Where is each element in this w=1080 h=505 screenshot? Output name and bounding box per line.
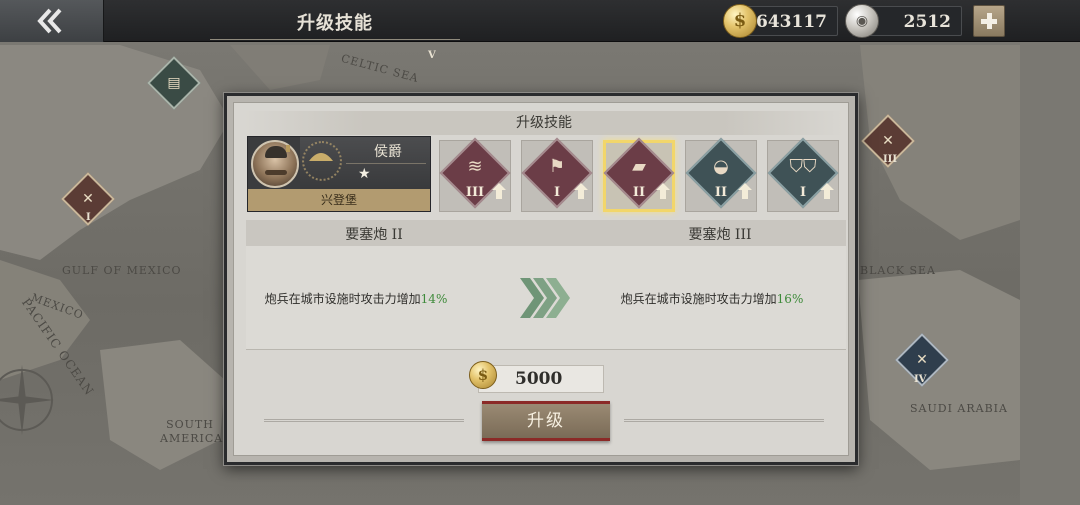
divider-right (624, 419, 824, 422)
upgrade-cost: 5000 (478, 365, 604, 393)
skill-level: III (465, 185, 485, 200)
general-portrait (251, 140, 299, 188)
cost-amount: 5000 (515, 369, 563, 389)
rank-box: 侯爵 ★ (300, 137, 430, 189)
skill-slot-1[interactable]: ≋ III (435, 137, 515, 214)
upgrade-skill-dialog: 升级技能 侯爵 ★ 兴登堡 ≋ III ⚑ I ▰ II ◒ II ⛉⛉ I 要… (224, 93, 858, 465)
upgrade-arrow-icon (492, 183, 506, 199)
back-arrow-icon (37, 8, 62, 34)
silver-coin-icon: ◉ (845, 4, 879, 38)
current-effect: 炮兵在城市设施时攻击力增加14% (246, 290, 466, 307)
mustache (265, 170, 287, 175)
crossed-swords-icon: ✕ (916, 352, 928, 368)
upgrade-arrow-icon (574, 183, 588, 199)
skill-level: I (553, 185, 561, 200)
divider-left (264, 419, 464, 422)
map-marker-level-label: I (86, 212, 91, 223)
fortress-cannon-icon: ▰ (632, 156, 646, 177)
current-skill-name: 要塞炮 II (345, 227, 403, 243)
next-skill-name: 要塞炮 III (688, 227, 752, 243)
map-marker-level-label: IV (914, 374, 927, 385)
general-stars: ★ (358, 166, 371, 182)
comparison-header: 要塞炮 II 要塞炮 III (246, 220, 846, 246)
bicorne-hat-icon (309, 153, 333, 161)
map-label-black-sea: BLACK SEA (860, 264, 936, 277)
upgrade-arrow-icon (738, 183, 752, 199)
upgrade-chevrons-icon (520, 278, 570, 318)
gold-amount: 643117 (756, 12, 827, 32)
screen-title: 升级技能 (210, 9, 460, 40)
map-marker-level-label: III (883, 154, 898, 165)
map-label-south-america: SOUTH AMERICA (160, 418, 224, 445)
divider (346, 163, 426, 164)
crossed-swords-icon: ✕ (882, 133, 894, 149)
map-label-saudi: SAUDI ARABIA (910, 402, 1008, 415)
current-effect-text: 炮兵在城市设施时攻击力增加 (264, 292, 421, 306)
map-marker-level-label: V (428, 50, 436, 61)
upgrade-arrow-icon (656, 183, 670, 199)
next-effect: 炮兵在城市设施时攻击力增加16% (602, 290, 822, 307)
silver-currency: ◉ 2512 (845, 4, 962, 38)
current-effect-value: 14% (420, 292, 448, 306)
gold-currency: $ 643117 (723, 4, 838, 38)
silver-amount: 2512 (903, 12, 951, 32)
helmet (265, 145, 290, 158)
comparison-body: 炮兵在城市设施时攻击力增加14% 炮兵在城市设施时攻击力增加16% (246, 246, 846, 350)
top-bar: 升级技能 $ 643117 ◉ 2512 (0, 0, 1080, 42)
shield-badge-icon: ◒ (713, 156, 729, 177)
skill-slot-4[interactable]: ◒ II (681, 137, 761, 214)
skill-slot-5[interactable]: ⛉⛉ I (763, 137, 843, 214)
map-label-gulf: GULF OF MEXICO (62, 264, 182, 277)
skill-slot-3-selected[interactable]: ▰ II (599, 137, 679, 214)
skill-level: II (632, 185, 646, 200)
back-button[interactable] (0, 0, 104, 42)
add-currency-button[interactable] (973, 5, 1005, 37)
next-effect-text: 炮兵在城市设施时攻击力增加 (620, 292, 777, 306)
upgrade-button[interactable]: 升级 (482, 401, 610, 441)
book-icon: ▤ (167, 75, 181, 91)
general-card[interactable]: 侯爵 ★ 兴登堡 (247, 136, 431, 212)
infantry-icon: ≋ (467, 156, 483, 177)
gold-coin-icon: $ (723, 4, 757, 38)
crossed-swords-icon: ✕ (82, 191, 94, 207)
skill-level: I (799, 185, 807, 200)
skill-slot-2[interactable]: ⚑ I (517, 137, 597, 214)
gold-coin-icon: $ (469, 361, 497, 389)
double-shield-icon: ⛉⛉ (789, 156, 817, 177)
dialog-panel: 升级技能 侯爵 ★ 兴登堡 ≋ III ⚑ I ▰ II ◒ II ⛉⛉ I 要… (233, 102, 849, 456)
fortification-icon: ⚑ (548, 156, 566, 177)
general-name: 兴登堡 (248, 189, 430, 211)
skill-level: II (714, 185, 728, 200)
general-rank: 侯爵 (374, 144, 402, 160)
upgrade-arrow-icon (820, 183, 834, 199)
next-effect-value: 16% (776, 292, 804, 306)
dialog-title: 升级技能 (244, 111, 844, 135)
